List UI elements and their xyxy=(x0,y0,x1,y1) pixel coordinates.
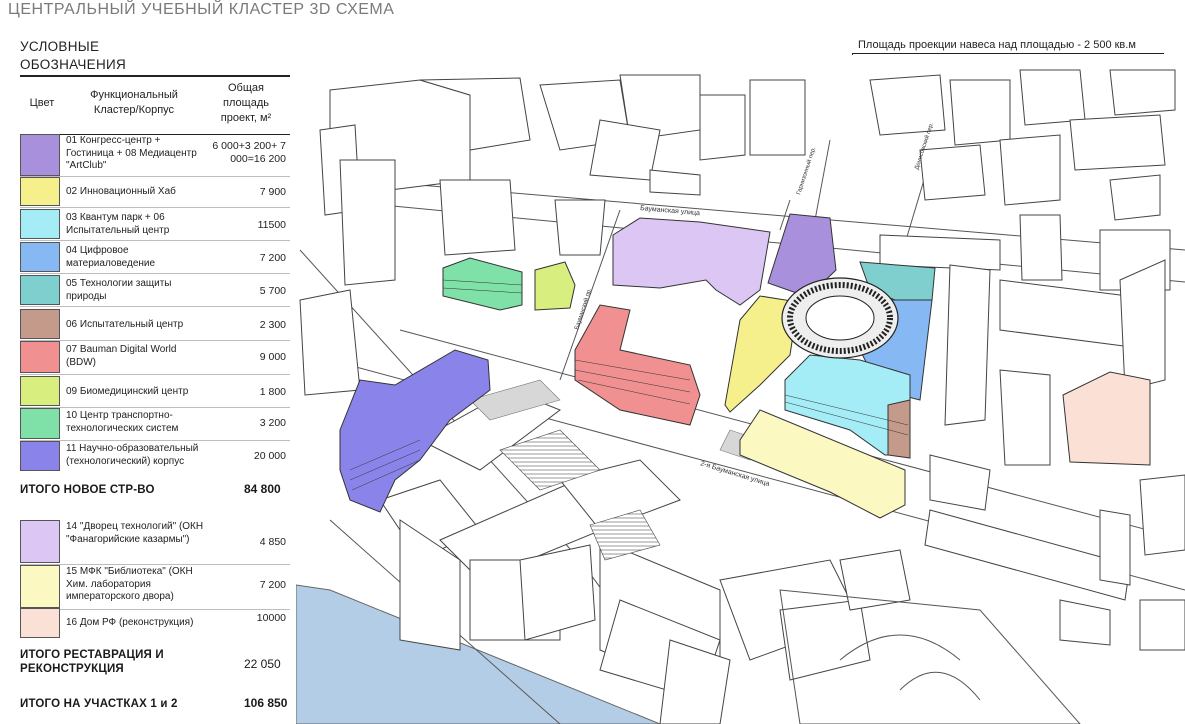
annotation-leader-line xyxy=(852,53,1164,54)
legend-swatch xyxy=(20,134,60,176)
legend-label: 09 Биомедицинский центр xyxy=(66,386,189,397)
legend-row: 02 Инновационный Хаб 7 900 xyxy=(20,177,290,206)
legend-label: 10 Центр транспортно-технологических сис… xyxy=(66,410,179,434)
canopy-ring xyxy=(781,277,899,359)
legend-area: 3 200 xyxy=(259,417,286,429)
legend-row: 07 Bauman Digital World (BDW) 9 000 xyxy=(20,341,290,373)
total-sites-value: 106 850 xyxy=(244,696,288,710)
legend-area: 7 200 xyxy=(259,579,286,591)
legend-row: 14 "Дворец технологий" (ОКН "Фанагорийск… xyxy=(20,520,290,563)
legend-row: 04 Цифровое материаловедение 7 200 xyxy=(20,242,290,272)
legend-label: 16 Дом РФ (реконструкция) xyxy=(66,617,194,628)
legend-swatch xyxy=(20,441,60,471)
legend-swatch xyxy=(20,341,60,373)
legend-label: 03 Квантум парк + 06 Испытательный центр xyxy=(66,212,170,236)
legend-area: 1 800 xyxy=(259,386,286,398)
legend-label: 11 Научно-образовательный (технологическ… xyxy=(66,443,199,467)
legend-area: 7 200 xyxy=(259,252,286,264)
legend-divider xyxy=(20,374,290,375)
building-06-test xyxy=(887,399,911,459)
legend-divider xyxy=(20,273,290,274)
site-map: Бауманская улица 2-я Бауманская улица Ба… xyxy=(296,55,1185,724)
legend-area: 2 300 xyxy=(259,319,286,331)
legend-area: 5 700 xyxy=(259,285,286,297)
legend-swatch xyxy=(20,376,60,406)
legend-label: 06 Испытательный центр xyxy=(66,319,184,330)
col-header-function: Функциональный Кластер/Корпус xyxy=(90,89,178,116)
total-restore-label-line2: РЕКОНСТРУКЦИЯ xyxy=(20,663,124,675)
legend-area: 6 000+3 200+ 7 000=16 200 xyxy=(212,140,286,165)
legend-row: 16 Дом РФ (реконструкция) 10000 xyxy=(20,608,290,638)
legend-divider xyxy=(20,207,290,208)
page-title: ЦЕНТРАЛЬНЫЙ УЧЕБНЫЙ КЛАСТЕР 3D СХЕМА xyxy=(8,1,395,18)
legend-area: 4 850 xyxy=(259,536,286,548)
total-sites-label: ИТОГО НА УЧАСТКАХ 1 и 2 xyxy=(20,698,178,710)
legend-heading-line1: УСЛОВНЫЕ xyxy=(20,39,100,54)
canopy-annotation: Площадь проекции навеса над площадью - 2… xyxy=(858,39,1136,51)
legend-area: 9 000 xyxy=(259,351,286,363)
legend-row: 05 Технологии защиты природы 5 700 xyxy=(20,275,290,305)
total-restore-value: 22 050 xyxy=(244,657,281,671)
legend-area: 7 900 xyxy=(259,186,286,198)
legend-row: 03 Квантум парк + 06 Испытательный центр… xyxy=(20,209,290,239)
col-header-area: Общая площадь проект, м² xyxy=(220,82,272,124)
legend-area: 10000 xyxy=(256,612,286,624)
legend-label: 04 Цифровое материаловедение xyxy=(66,245,156,269)
legend-row: 06 Испытательный центр 2 300 xyxy=(20,309,290,339)
legend-divider xyxy=(20,240,290,241)
legend-label: 05 Технологии защиты природы xyxy=(66,278,172,302)
legend-swatch xyxy=(20,177,60,206)
legend-row: 01 Конгресс-центр + Гостиница + 08 Медиа… xyxy=(20,134,290,176)
legend-area: 11500 xyxy=(257,219,286,231)
legend-divider xyxy=(20,306,290,307)
legend-swatch xyxy=(20,408,60,439)
total-new-value: 84 800 xyxy=(244,482,281,496)
legend-swatch xyxy=(20,242,60,272)
legend-row: 15 МФК "Библиотека" (ОКН Хим. лаборатори… xyxy=(20,565,290,608)
legend-row: 09 Биомедицинский центр 1 800 xyxy=(20,376,290,406)
total-restore-label-line1: ИТОГО РЕСТАВРАЦИЯ И xyxy=(20,649,164,661)
legend-swatch xyxy=(20,565,60,608)
legend-row: 10 Центр транспортно-технологических сис… xyxy=(20,408,290,439)
legend-area: 20 000 xyxy=(253,450,286,462)
legend-heading-line2: ОБОЗНАЧЕНИЯ xyxy=(20,57,127,72)
legend-heading-rule xyxy=(20,75,290,77)
legend-label: 07 Bauman Digital World (BDW) xyxy=(66,344,177,368)
total-restore-label: ИТОГО РЕСТАВРАЦИЯ И РЕКОНСТРУКЦИЯ xyxy=(20,648,164,676)
legend-row: 11 Научно-образовательный (технологическ… xyxy=(20,441,290,471)
legend-swatch xyxy=(20,520,60,563)
legend-label: 02 Инновационный Хаб xyxy=(66,186,176,197)
legend-swatch xyxy=(20,309,60,339)
legend-label: 15 МФК "Библиотека" (ОКН Хим. лаборатори… xyxy=(66,566,193,602)
legend-label: 14 "Дворец технологий" (ОКН "Фанагорийск… xyxy=(66,521,204,545)
total-new-label: ИТОГО НОВОЕ СТР-ВО xyxy=(20,484,155,496)
legend-swatch xyxy=(20,209,60,239)
legend-heading: УСЛОВНЫЕ ОБОЗНАЧЕНИЯ xyxy=(20,38,126,74)
legend-swatch xyxy=(20,275,60,305)
legend-label: 01 Конгресс-центр + Гостиница + 08 Медиа… xyxy=(66,135,197,171)
legend-swatch xyxy=(20,608,60,638)
col-header-color: Цвет xyxy=(29,97,55,109)
